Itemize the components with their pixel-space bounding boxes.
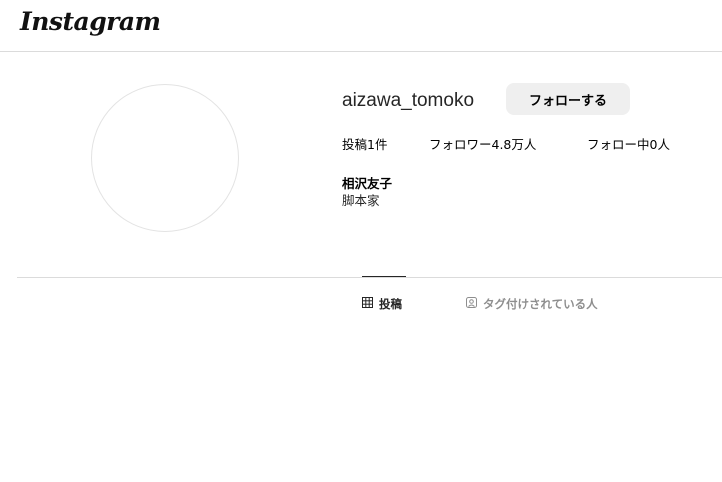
active-tab-indicator bbox=[362, 276, 406, 277]
profile-full-name: 相沢友子 bbox=[342, 176, 393, 191]
profile-tabs-divider bbox=[17, 277, 722, 278]
tab-tagged[interactable]: タグ付けされている人 bbox=[466, 296, 598, 312]
tab-posts[interactable]: 投稿 bbox=[362, 296, 402, 312]
tagged-person-icon bbox=[466, 296, 483, 312]
profile-bio: 脚本家 bbox=[342, 193, 380, 208]
grid-icon bbox=[362, 296, 379, 312]
followers-count[interactable]: フォロワー4.8万人 bbox=[429, 137, 536, 153]
instagram-logo[interactable]: Instagram bbox=[20, 7, 161, 36]
follow-button[interactable]: フォローする bbox=[506, 83, 630, 115]
profile-avatar[interactable] bbox=[91, 84, 239, 232]
tab-posts-label: 投稿 bbox=[379, 297, 402, 311]
top-navigation-bar: Instagram bbox=[0, 0, 722, 52]
profile-username: aizawa_tomoko bbox=[342, 90, 475, 111]
posts-count: 投稿1件 bbox=[342, 137, 388, 152]
following-count[interactable]: フォロー中0人 bbox=[587, 137, 670, 153]
tab-tagged-label: タグ付けされている人 bbox=[483, 297, 598, 311]
